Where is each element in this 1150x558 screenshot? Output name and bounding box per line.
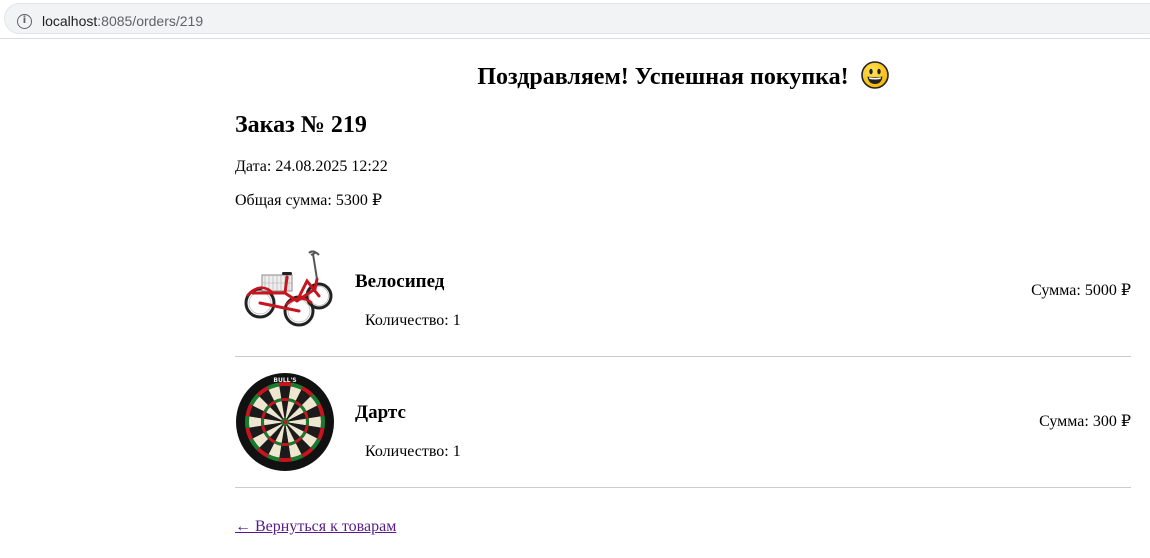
order-date: Дата: 24.08.2025 12:22 bbox=[235, 158, 388, 175]
order-item: BULL'S Дартс Количество: 1 Сумма: 300 ₽ bbox=[235, 357, 1131, 488]
url-field[interactable]: i localhost:8085/orders/219 bbox=[4, 3, 1150, 34]
item-quantity: Количество: 1 bbox=[365, 312, 461, 329]
info-icon[interactable]: i bbox=[17, 14, 32, 29]
order-item: Велосипед Количество: 1 Сумма: 5000 ₽ bbox=[235, 226, 1131, 357]
svg-text:BULL'S: BULL'S bbox=[273, 377, 296, 384]
item-sum: Сумма: 5000 ₽ bbox=[1031, 282, 1131, 299]
grinning-face-icon bbox=[860, 61, 889, 89]
item-sum: Сумма: 300 ₽ bbox=[1039, 413, 1131, 430]
tricycle-image bbox=[235, 241, 335, 341]
order-total: Общая сумма: 5300 ₽ bbox=[235, 192, 383, 209]
item-quantity: Количество: 1 bbox=[365, 443, 461, 460]
url-text[interactable]: localhost:8085/orders/219 bbox=[42, 13, 203, 29]
dartboard-image: BULL'S bbox=[236, 373, 334, 471]
url-path: :8085/orders/219 bbox=[97, 13, 204, 29]
back-to-products-link[interactable]: ← Вернуться к товарам bbox=[235, 517, 396, 537]
order-title: Заказ № 219 bbox=[235, 112, 367, 138]
item-name: Велосипед bbox=[355, 271, 445, 292]
browser-address-bar: i localhost:8085/orders/219 bbox=[0, 0, 1150, 38]
url-host: localhost bbox=[42, 13, 98, 29]
item-name: Дартс bbox=[355, 402, 406, 423]
toolbar-divider bbox=[0, 38, 1150, 39]
congrats-text: Поздравляем! Успешная покупка! bbox=[477, 64, 849, 90]
congrats-heading: Поздравляем! Успешная покупка! bbox=[235, 60, 1131, 94]
